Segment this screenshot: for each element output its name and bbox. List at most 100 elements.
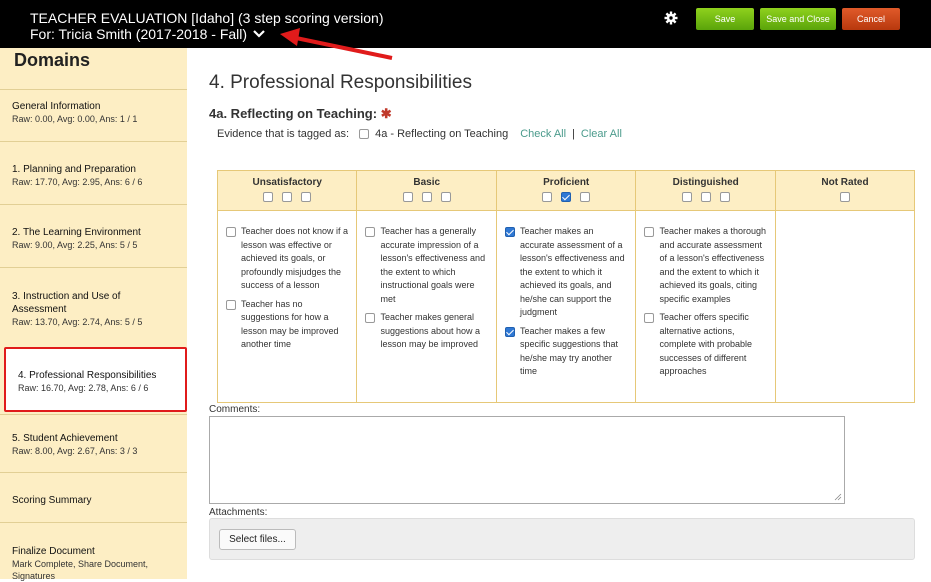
check-all-link[interactable]: Check All [520,128,566,140]
score-checkbox[interactable] [440,192,451,202]
sidebar-item-learning-environment[interactable]: 2. The Learning Environment Raw: 9.00, A… [0,204,187,267]
cancel-button[interactable]: Cancel [842,8,900,30]
score-checkbox[interactable] [301,192,312,202]
sidebar-item-stats: Raw: 0.00, Avg: 0.00, Ans: 1 / 1 [12,114,138,124]
chevron-down-icon[interactable] [252,27,266,41]
required-asterisk-icon: ✱ [380,106,392,121]
score-checkbox[interactable] [421,192,432,202]
rubric-level-label: Proficient [543,177,590,188]
rubric-option-checkbox[interactable] [365,227,376,237]
sidebar-item-label: 2. The Learning Environment [12,227,141,238]
rubric-option-text: Teacher makes general suggestions about … [380,312,481,349]
rubric-option-text: Teacher makes a thorough and accurate as… [659,226,767,304]
score-checkbox[interactable] [719,192,730,202]
rubric-option-checkbox[interactable] [504,326,515,337]
header-bar: TEACHER EVALUATION [Idaho] (3 step scori… [0,0,931,48]
rubric-level-label: Unsatisfactory [252,177,322,188]
page-title: 4. Professional Responsibilities [209,72,472,93]
sidebar-item-stats: Raw: 13.70, Avg: 2.74, Ans: 5 / 5 [12,317,143,327]
sidebar-item-stats: Raw: 16.70, Avg: 2.78, Ans: 6 / 6 [18,383,149,393]
sidebar-item-student-achievement[interactable]: 5. Student Achievement Raw: 8.00, Avg: 2… [0,414,187,472]
section-title-text: 4a. Reflecting on Teaching: [209,106,378,121]
rubric-option-text: Teacher offers specific alternative acti… [659,312,753,376]
rubric-option-checkbox[interactable] [365,313,376,323]
evaluation-subject: For: Tricia Smith (2017-2018 - Fall) [30,26,248,42]
rubric-header-unsatisfactory: Unsatisfactory [216,170,358,211]
rubric-level-label: Basic [413,177,441,188]
rubric-option-text: Teacher does not know if a lesson was ef… [241,226,349,290]
rubric-header-proficient: Proficient [495,170,637,211]
rubric-cell-proficient: Teacher makes an accurate assessment of … [495,210,637,403]
evaluation-title: TEACHER EVALUATION [Idaho] (3 step scori… [30,10,384,26]
sidebar-item-label: 3. Instruction and Use of Assessment [12,291,121,315]
save-button[interactable]: Save [696,8,754,30]
score-checkbox[interactable] [282,192,293,202]
score-checkbox[interactable] [561,192,572,202]
save-and-close-button[interactable]: Save and Close [760,8,836,30]
rubric-option: Teacher makes general suggestions about … [365,311,490,352]
score-checkbox[interactable] [542,192,553,202]
score-checkbox[interactable] [580,192,591,202]
evidence-tag-label: 4a - Reflecting on Teaching [375,128,509,140]
attachments-area: Select files... [209,518,915,560]
rubric-option: Teacher makes an accurate assessment of … [504,225,630,320]
rubric-option: Teacher offers specific alternative acti… [644,311,769,379]
sidebar-item-label: Scoring Summary [12,495,92,506]
score-checkbox[interactable] [700,192,711,202]
rubric-cell-unsatisfactory: Teacher does not know if a lesson was ef… [216,210,358,403]
sidebar-item-instruction-assessment[interactable]: 3. Instruction and Use of Assessment Raw… [0,267,187,343]
sidebar-item-general-information[interactable]: General Information Raw: 0.00, Avg: 0.00… [0,89,187,141]
attachments-label: Attachments: [209,507,268,518]
comments-textarea[interactable] [209,416,845,504]
evidence-tag-checkbox[interactable] [359,129,370,139]
rubric-option: Teacher has no suggestions for how a les… [226,298,350,352]
rubric-option-checkbox[interactable] [226,299,236,310]
sidebar-item-label: 5. Student Achievement [12,433,118,444]
clear-all-link[interactable]: Clear All [581,128,622,140]
rubric-option-checkbox[interactable] [504,227,515,237]
sidebar-item-label: 4. Professional Responsibilities [18,370,157,381]
sidebar-item-stats: Raw: 17.70, Avg: 2.95, Ans: 6 / 6 [12,177,143,187]
resize-grip-icon[interactable] [834,493,842,501]
sidebar-item-stats: Raw: 8.00, Avg: 2.67, Ans: 3 / 3 [12,446,138,456]
main-content: 4. Professional Responsibilities 4a. Ref… [187,48,931,579]
rubric-option-text: Teacher makes an accurate assessment of … [519,226,625,317]
score-checkbox[interactable] [681,192,692,202]
sidebar-item-finalize-document[interactable]: Finalize Document Mark Complete, Share D… [0,522,187,581]
rubric-table: Unsatisfactory Basic Proficient Distingu… [216,170,916,403]
rubric-level-label: Not Rated [821,177,869,188]
sidebar-item-label: Finalize Document [12,546,95,557]
link-separator: | [572,128,575,140]
rubric-option-text: Teacher has a generally accurate impress… [380,226,486,304]
score-checkbox[interactable] [839,192,850,202]
rubric-option-checkbox[interactable] [644,227,655,237]
sidebar-item-scoring-summary[interactable]: Scoring Summary [0,472,187,522]
domains-sidebar: Domains General Information Raw: 0.00, A… [0,48,187,581]
rubric-option: Teacher does not know if a lesson was ef… [226,225,350,293]
comments-label: Comments: [209,404,261,415]
rubric-option-text: Teacher makes a few specific suggestions… [519,325,619,377]
sidebar-item-label: General Information [12,101,101,112]
sidebar-item-professional-responsibilities[interactable]: 4. Professional Responsibilities Raw: 16… [4,347,187,412]
sidebar-item-stats: Raw: 9.00, Avg: 2.25, Ans: 5 / 5 [12,240,138,250]
rubric-option-text: Teacher has no suggestions for how a les… [241,298,339,350]
sidebar-item-planning-preparation[interactable]: 1. Planning and Preparation Raw: 17.70, … [0,141,187,204]
sidebar-item-label: 1. Planning and Preparation [12,164,136,175]
rubric-cell-not-rated [774,210,916,403]
sidebar-item-stats: Mark Complete, Share Document, Signature… [12,559,149,581]
rubric-cell-distinguished: Teacher makes a thorough and accurate as… [635,210,776,403]
rubric-header-not-rated: Not Rated [774,170,916,211]
rubric-option-checkbox[interactable] [226,227,236,237]
sidebar-heading: Domains [14,50,91,70]
gear-icon[interactable] [664,11,678,25]
rubric-cell-basic: Teacher has a generally accurate impress… [356,210,497,403]
score-checkbox[interactable] [263,192,274,202]
evidence-prefix: Evidence that is tagged as: [217,128,350,140]
section-title: 4a. Reflecting on Teaching: ✱ [209,106,392,122]
rubric-option: Teacher makes a thorough and accurate as… [644,225,769,306]
evidence-filter: Evidence that is tagged as: 4a - Reflect… [217,128,622,140]
rubric-option-checkbox[interactable] [644,313,655,323]
rubric-option: Teacher has a generally accurate impress… [365,225,490,306]
select-files-button[interactable]: Select files... [219,529,296,550]
score-checkbox[interactable] [402,192,413,202]
